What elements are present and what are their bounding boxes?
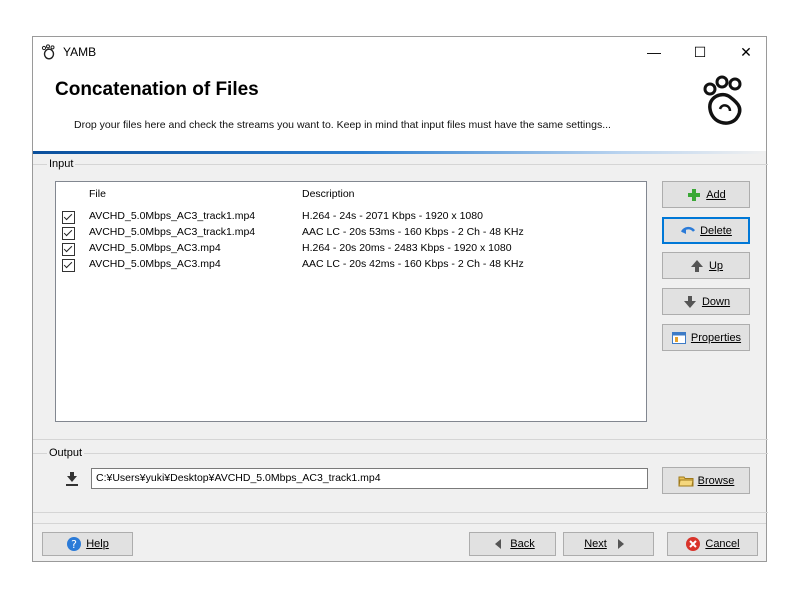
delete-button[interactable]: Delete (662, 217, 750, 244)
column-header-file[interactable]: File (89, 188, 106, 200)
add-button[interactable]: Add (662, 181, 750, 208)
browse-label: Browse (697, 474, 735, 487)
stream-list[interactable]: File Description AVCHD_5.0Mbps_AC3_track… (55, 181, 647, 422)
next-button[interactable]: Next (563, 532, 654, 556)
output-path-field[interactable]: C:¥Users¥yuki¥Desktop¥AVCHD_5.0Mbps_AC3_… (91, 468, 648, 489)
minimize-button[interactable]: — (631, 37, 677, 67)
back-arrow-icon (495, 539, 502, 549)
stream-description: H.264 - 20s 20ms - 2483 Kbps - 1920 x 10… (302, 242, 512, 254)
stream-checkbox[interactable] (62, 259, 75, 272)
stream-description: AAC LC - 20s 53ms - 160 Kbps - 2 Ch - 48… (302, 226, 524, 238)
delete-icon (681, 226, 696, 234)
down-arrow-icon (683, 295, 696, 308)
stream-checkbox[interactable] (62, 227, 75, 240)
folder-icon (678, 476, 694, 486)
stream-description: H.264 - 24s - 2071 Kbps - 1920 x 1080 (302, 210, 483, 222)
yamb-footprint-icon (41, 44, 55, 60)
add-icon (688, 188, 701, 201)
help-button[interactable]: ? Help (42, 532, 133, 556)
header-accent-bar (33, 151, 766, 154)
add-label: Add (706, 188, 726, 201)
next-label: Next (584, 538, 607, 550)
list-item[interactable]: AVCHD_5.0Mbps_AC3_track1.mp4 H.264 - 24s… (56, 210, 646, 226)
down-label: Down (701, 295, 731, 308)
yamb-window: YAMB — ☐ ✕ Concatenation of Files Drop y… (32, 36, 768, 562)
window-title: YAMB (63, 45, 97, 59)
stream-description: AAC LC - 20s 42ms - 160 Kbps - 2 Ch - 48… (302, 258, 524, 270)
back-button[interactable]: Back (469, 532, 556, 556)
list-item[interactable]: AVCHD_5.0Mbps_AC3.mp4 H.264 - 20s 20ms -… (56, 242, 646, 258)
list-item[interactable]: AVCHD_5.0Mbps_AC3.mp4 AAC LC - 20s 42ms … (56, 258, 646, 274)
next-arrow-icon (617, 539, 624, 549)
close-button[interactable]: ✕ (723, 37, 769, 67)
wizard-header: Concatenation of Files Drop your files h… (33, 67, 766, 151)
help-icon: ? (67, 537, 82, 551)
back-label: Back (510, 538, 535, 550)
stream-checkbox[interactable] (62, 243, 75, 256)
yamb-logo-icon (703, 75, 742, 125)
cancel-icon (686, 537, 701, 551)
cancel-button[interactable]: Cancel (667, 532, 758, 556)
delete-label: Delete (700, 224, 732, 237)
download-icon (66, 472, 78, 486)
file-name: AVCHD_5.0Mbps_AC3.mp4 (89, 258, 221, 270)
output-legend: Output (49, 447, 83, 459)
properties-icon (671, 331, 686, 344)
page-title: Concatenation of Files (55, 79, 259, 100)
list-item[interactable]: AVCHD_5.0Mbps_AC3_track1.mp4 AAC LC - 20… (56, 226, 646, 242)
cancel-label: Cancel (705, 538, 740, 550)
svg-text:?: ? (71, 538, 77, 551)
file-name: AVCHD_5.0Mbps_AC3.mp4 (89, 242, 221, 254)
up-button[interactable]: Up (662, 252, 750, 279)
column-header-description[interactable]: Description (302, 188, 355, 200)
stream-checkbox[interactable] (62, 211, 75, 224)
down-button[interactable]: Down (662, 288, 750, 315)
browse-button[interactable]: Browse (662, 467, 750, 494)
up-arrow-icon (690, 259, 703, 272)
up-label: Up (708, 259, 724, 272)
page-subtitle: Drop your files here and check the strea… (74, 119, 611, 131)
maximize-button[interactable]: ☐ (677, 37, 723, 67)
file-name: AVCHD_5.0Mbps_AC3_track1.mp4 (89, 226, 256, 238)
title-bar: YAMB — ☐ ✕ (33, 37, 766, 67)
list-header: File Description (56, 188, 646, 204)
input-legend: Input (49, 158, 74, 170)
file-name: AVCHD_5.0Mbps_AC3_track1.mp4 (89, 210, 256, 222)
properties-label: Properties (690, 331, 742, 344)
footer-divider (33, 523, 766, 524)
help-label: Help (86, 538, 109, 550)
properties-button[interactable]: Properties (662, 324, 750, 351)
